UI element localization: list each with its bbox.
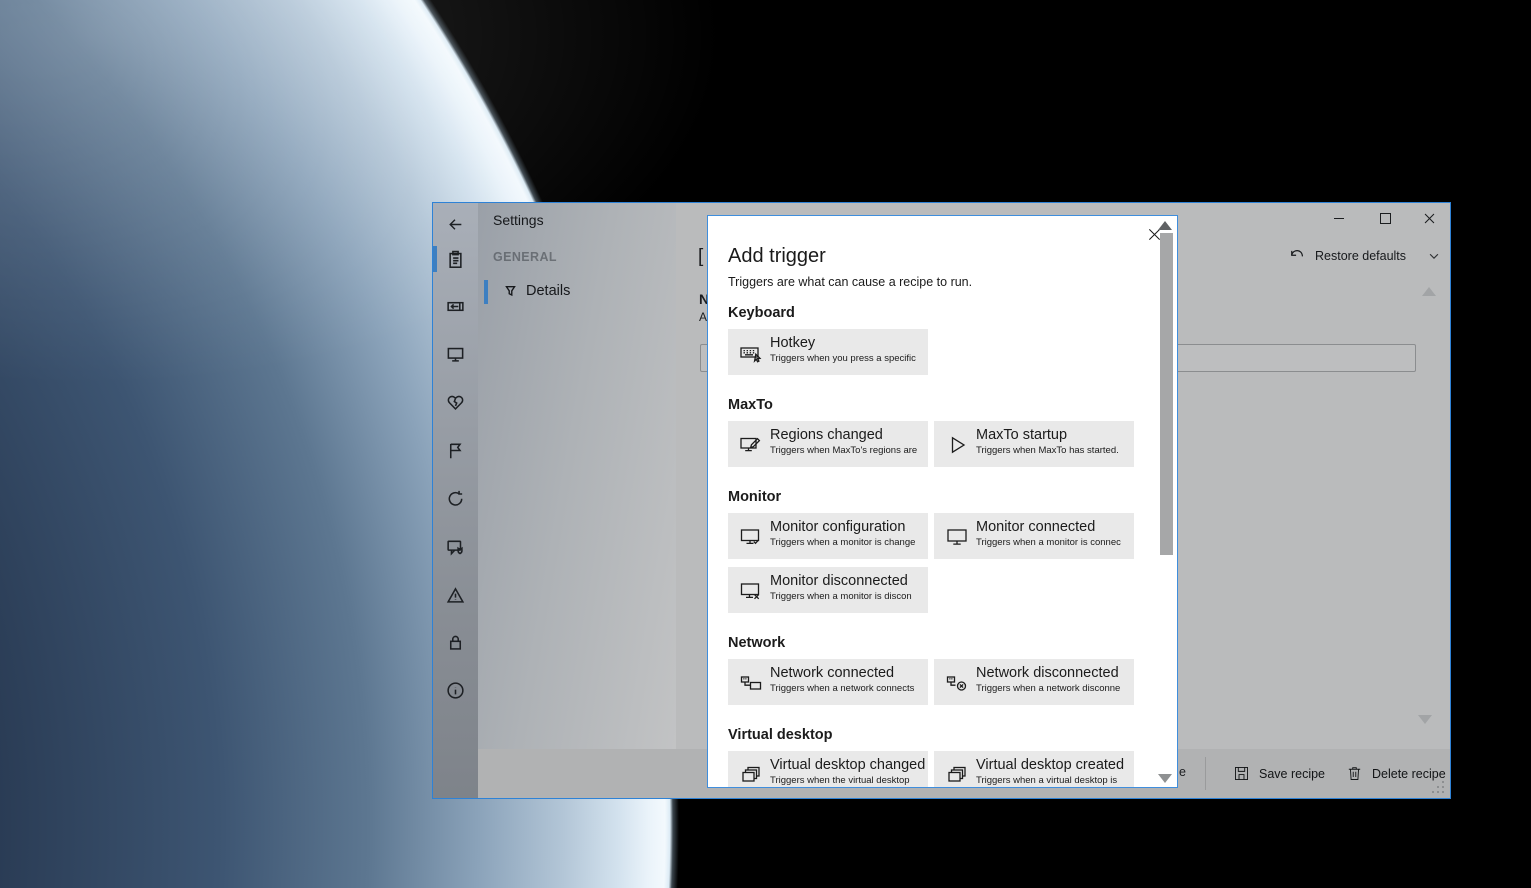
minimize-button[interactable] <box>1316 203 1362 233</box>
scrollbar-thumb[interactable] <box>1160 233 1173 555</box>
maximize-icon <box>1380 213 1391 224</box>
page-scroll-up-arrow[interactable] <box>1422 287 1436 296</box>
monitor-icon <box>446 345 465 364</box>
clipped-button-fragment: e <box>1179 765 1186 779</box>
trigger-card-monitor-disconnected[interactable]: Monitor disconnected Triggers when a mon… <box>728 567 928 613</box>
trigger-card-network-disconnected[interactable]: Network disconnected Triggers when a net… <box>934 659 1134 705</box>
chevron-down-icon <box>1427 249 1441 263</box>
sidebar-item-sync[interactable] <box>433 481 478 515</box>
trigger-card-maxto-startup[interactable]: MaxTo startup Triggers when MaxTo has st… <box>934 421 1134 467</box>
resize-grip[interactable] <box>1431 780 1444 793</box>
nav-item-label: Details <box>526 283 570 299</box>
dialog-title: Add trigger <box>728 243 1140 269</box>
dialog-subtitle: Triggers are what can cause a recipe to … <box>728 274 1140 290</box>
back-button[interactable] <box>433 207 478 241</box>
nav-section-label: GENERAL <box>493 250 557 264</box>
lock-icon <box>446 633 465 652</box>
sidebar-item-displays[interactable] <box>433 337 478 371</box>
save-recipe-label: Save recipe <box>1259 767 1325 781</box>
monitor-config-icon <box>739 525 763 549</box>
network-connected-icon <box>739 671 763 695</box>
commandbar-divider <box>1205 757 1206 790</box>
sidebar <box>433 203 478 798</box>
save-recipe-button[interactable]: Save recipe <box>1233 749 1325 798</box>
dialog-scrollbar[interactable] <box>1159 217 1175 786</box>
maximize-button[interactable] <box>1362 203 1408 233</box>
virtual-desktop-icon <box>945 763 969 787</box>
monitor-disconnected-icon <box>739 579 763 603</box>
undo-icon <box>1288 247 1306 265</box>
virtual-desktop-icon <box>739 763 763 787</box>
trigger-card-virtual-desktop-created[interactable]: Virtual desktop created Triggers when a … <box>934 751 1134 788</box>
feedback-shield-icon <box>446 538 465 557</box>
sidebar-item-recipes[interactable] <box>433 242 478 276</box>
add-trigger-dialog: Add trigger Triggers are what can cause … <box>707 215 1178 788</box>
sidebar-item-feedback[interactable] <box>433 530 478 564</box>
hotkey-box-icon <box>446 297 465 316</box>
trash-icon <box>1346 765 1363 782</box>
trigger-card-monitor-configuration[interactable]: Monitor configuration Triggers when a mo… <box>728 513 928 559</box>
restore-defaults-label: Restore defaults <box>1315 249 1406 263</box>
flag-icon <box>446 441 465 460</box>
sidebar-item-warnings[interactable] <box>433 578 478 612</box>
minimize-icon <box>1334 218 1344 219</box>
trigger-card-network-connected[interactable]: Network connected Triggers when a networ… <box>728 659 928 705</box>
close-icon <box>1423 212 1436 225</box>
nav-selection-indicator <box>484 280 488 304</box>
section-header-virtual-desktop: Virtual desktop <box>728 726 1140 745</box>
sidebar-item-about[interactable] <box>433 673 478 707</box>
trigger-card-regions-changed[interactable]: Regions changed Triggers when MaxTo's re… <box>728 421 928 467</box>
delete-recipe-label: Delete recipe <box>1372 767 1446 781</box>
scroll-down-arrow[interactable] <box>1158 774 1172 783</box>
section-header-monitor: Monitor <box>728 488 1140 507</box>
network-disconnected-icon <box>945 671 969 695</box>
section-header-maxto: MaxTo <box>728 396 1140 415</box>
sync-icon <box>446 489 465 508</box>
clipboard-icon <box>446 250 465 269</box>
regions-changed-icon <box>739 433 763 457</box>
section-header-network: Network <box>728 634 1140 653</box>
desktop: Settings GENERAL Details Restore default… <box>0 0 1531 888</box>
sidebar-item-security[interactable] <box>433 625 478 659</box>
settings-nav-panel: Settings GENERAL Details <box>478 203 676 798</box>
page-title: Settings <box>493 212 544 228</box>
page-scroll-down-arrow[interactable] <box>1418 715 1432 724</box>
filter-icon <box>502 283 519 300</box>
trigger-card-monitor-connected[interactable]: Monitor connected Triggers when a monito… <box>934 513 1134 559</box>
window-close-button[interactable] <box>1406 203 1452 233</box>
trigger-card-hotkey[interactable]: Hotkey Triggers when you press a specifi… <box>728 329 928 375</box>
warning-icon <box>446 586 465 605</box>
sidebar-item-health[interactable] <box>433 385 478 419</box>
nav-item-details[interactable]: Details <box>478 277 676 307</box>
monitor-connected-icon <box>945 525 969 549</box>
heart-icon <box>446 393 465 412</box>
sidebar-item-hotkeys[interactable] <box>433 289 478 323</box>
back-arrow-icon <box>447 216 464 233</box>
scroll-up-arrow[interactable] <box>1158 221 1172 230</box>
keyboard-hotkey-icon <box>739 341 763 365</box>
play-icon <box>945 433 969 457</box>
section-header-keyboard: Keyboard <box>728 304 1140 323</box>
sidebar-item-flags[interactable] <box>433 433 478 467</box>
save-icon <box>1233 765 1250 782</box>
restore-defaults-button[interactable]: Restore defaults <box>1288 245 1441 267</box>
info-icon <box>446 681 465 700</box>
trigger-card-virtual-desktop-changed[interactable]: Virtual desktop changed Triggers when th… <box>728 751 928 788</box>
